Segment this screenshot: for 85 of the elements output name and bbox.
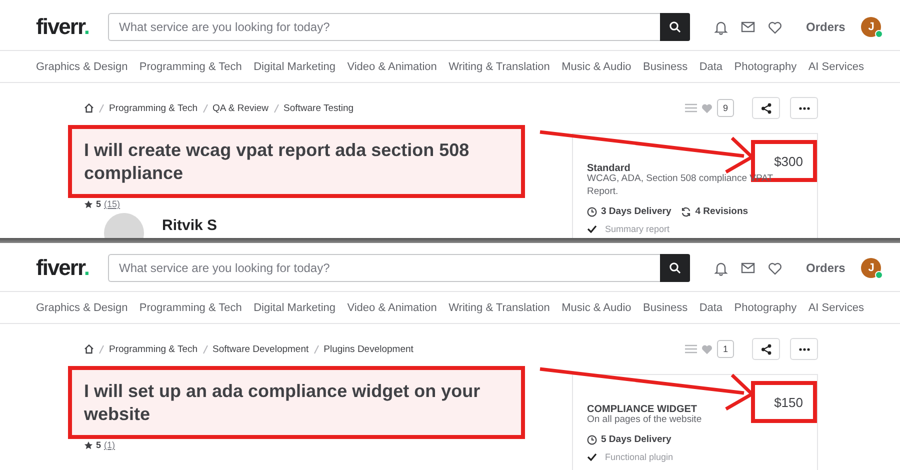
- heart-icon[interactable]: [768, 262, 782, 274]
- revisions-count: 4 Revisions: [695, 206, 748, 217]
- fiverr-logo[interactable]: fiverr.: [36, 255, 92, 281]
- category-link[interactable]: Photography: [734, 302, 797, 314]
- category-link[interactable]: Music & Audio: [562, 302, 632, 314]
- category-link[interactable]: Digital Marketing: [254, 60, 336, 72]
- package-feature: Functional plugin: [605, 452, 674, 462]
- avatar[interactable]: J: [861, 17, 882, 37]
- category-link[interactable]: Data: [699, 302, 723, 314]
- likes-count: 9: [716, 99, 734, 117]
- home-icon[interactable]: [84, 344, 94, 354]
- breadcrumb-link[interactable]: Plugins Development: [324, 344, 414, 354]
- gig-title: I will set up an ada compliance widget on your website: [68, 366, 525, 439]
- reviews-link[interactable]: (15): [104, 199, 120, 209]
- orders-link[interactable]: Orders: [806, 261, 846, 275]
- breadcrumb-separator-icon: [99, 104, 104, 112]
- heart-icon[interactable]: [768, 20, 782, 34]
- orders-link[interactable]: Orders: [806, 20, 846, 34]
- category-link[interactable]: Writing & Translation: [448, 302, 550, 314]
- breadcrumb-separator-icon: [314, 344, 319, 354]
- reviews-link[interactable]: (1): [104, 440, 116, 450]
- mail-icon[interactable]: [741, 262, 755, 274]
- category-link[interactable]: AI Services: [808, 302, 864, 314]
- package-feature: Summary report: [605, 224, 670, 234]
- breadcrumb-separator-icon: [202, 104, 208, 112]
- search-field[interactable]: What service are you looking for today?: [108, 13, 660, 41]
- package-name: Standard: [587, 162, 630, 174]
- share-button[interactable]: [752, 338, 780, 360]
- breadcrumb-link[interactable]: Programming & Tech: [109, 102, 198, 114]
- clock-icon: [587, 434, 597, 444]
- delivery-time: 5 Days Delivery: [601, 434, 672, 445]
- more-button[interactable]: [790, 338, 818, 360]
- delivery-time: 3 Days Delivery: [601, 206, 672, 217]
- category-link[interactable]: Business: [642, 302, 688, 314]
- rating-value: 5: [96, 440, 102, 450]
- category-link[interactable]: Business: [642, 60, 688, 72]
- avatar[interactable]: J: [861, 258, 882, 278]
- search-field[interactable]: What service are you looking for today?: [108, 254, 660, 282]
- check-icon: [587, 453, 597, 461]
- package-description: On all pages of the website: [587, 413, 703, 426]
- category-link[interactable]: Writing & Translation: [448, 60, 550, 72]
- package-name: COMPLIANCE WIDGET: [587, 404, 697, 414]
- star-icon: [84, 440, 93, 450]
- category-link[interactable]: Programming & Tech: [139, 302, 242, 314]
- package-price: $150: [751, 381, 817, 423]
- category-link[interactable]: Video & Animation: [347, 60, 437, 72]
- search-button[interactable]: [660, 254, 690, 282]
- search-button[interactable]: [660, 13, 690, 41]
- star-icon: [84, 200, 93, 208]
- rating-value: 5: [96, 199, 102, 209]
- likes-count: 1: [716, 340, 734, 358]
- search-icon: [669, 262, 681, 274]
- category-link[interactable]: Graphics & Design: [36, 60, 128, 72]
- seller-name[interactable]: Ritvik S: [162, 216, 218, 234]
- category-link[interactable]: Digital Marketing: [254, 302, 336, 314]
- category-link[interactable]: Music & Audio: [562, 60, 632, 72]
- check-icon: [587, 225, 597, 233]
- fiverr-logo[interactable]: fiverr.: [36, 14, 92, 40]
- breadcrumb-link[interactable]: Software Testing: [284, 102, 354, 114]
- breadcrumb-link[interactable]: Programming & Tech: [109, 344, 198, 354]
- category-link[interactable]: Graphics & Design: [36, 302, 128, 314]
- share-button[interactable]: [752, 97, 780, 119]
- category-link[interactable]: Photography: [734, 60, 797, 72]
- gig-title: I will create wcag vpat report ada section 508 compliance: [68, 125, 525, 198]
- home-icon[interactable]: [84, 103, 94, 113]
- breadcrumb-separator-icon: [99, 344, 104, 354]
- category-link[interactable]: Data: [699, 60, 723, 72]
- more-button[interactable]: [790, 97, 818, 119]
- more-icon: [798, 348, 810, 350]
- breadcrumb-separator-icon: [202, 344, 208, 354]
- share-icon: [760, 344, 772, 354]
- bell-icon[interactable]: [714, 20, 728, 34]
- category-link[interactable]: Video & Animation: [347, 302, 437, 314]
- bell-icon[interactable]: [714, 260, 728, 276]
- search-icon: [669, 21, 681, 33]
- more-icon: [798, 106, 810, 110]
- share-icon: [760, 102, 772, 114]
- breadcrumb-link[interactable]: Software Development: [212, 344, 309, 354]
- refresh-icon: [681, 206, 692, 216]
- clock-icon: [587, 206, 597, 216]
- category-link[interactable]: Programming & Tech: [139, 60, 242, 72]
- category-link[interactable]: AI Services: [808, 60, 864, 72]
- mail-icon[interactable]: [741, 21, 755, 33]
- breadcrumb-separator-icon: [274, 104, 278, 112]
- breadcrumb-link[interactable]: QA & Review: [212, 102, 268, 114]
